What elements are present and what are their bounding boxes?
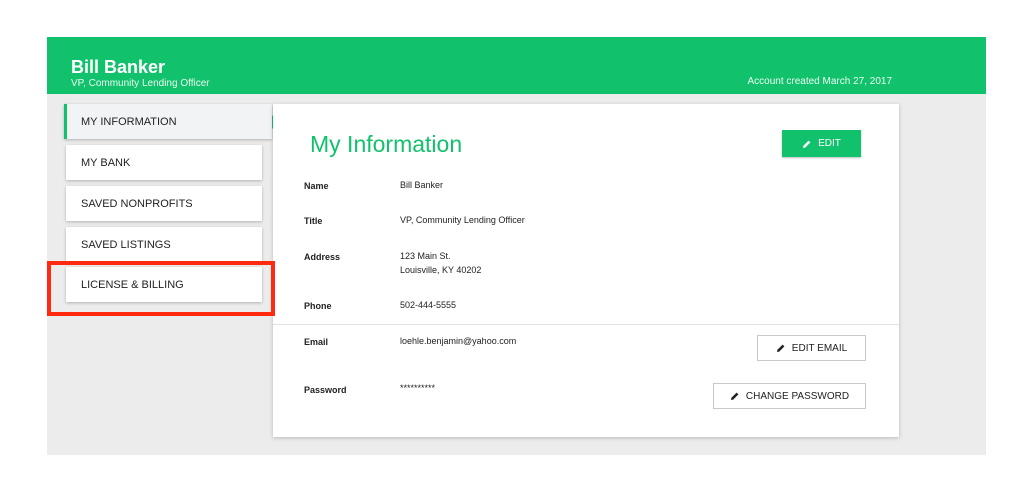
change-password-label: CHANGE PASSWORD [745, 390, 850, 402]
sidebar-item-label: MY BANK [81, 156, 131, 169]
password-label: Password [304, 385, 347, 395]
edit-button-label: EDIT [818, 138, 841, 149]
sidebar-item-saved-nonprofits[interactable]: SAVED NONPROFITS [66, 186, 262, 221]
edit-button[interactable]: EDIT [782, 130, 861, 157]
sidebar-item-my-information[interactable]: MY INFORMATION [64, 104, 279, 139]
sidebar-item-label: SAVED NONPROFITS [81, 197, 193, 210]
sidebar-item-label: SAVED LISTINGS [81, 238, 171, 251]
page-title: My Information [310, 131, 463, 157]
user-title: VP, Community Lending Officer [71, 78, 210, 89]
user-name: Bill Banker [71, 57, 166, 77]
sidebar-item-saved-listings[interactable]: SAVED LISTINGS [66, 227, 262, 262]
my-information-card: My Information EDIT Name Bill Banker Tit… [273, 104, 899, 437]
change-password-button[interactable]: CHANGE PASSWORD [713, 383, 866, 409]
title-value: VP, Community Lending Officer [400, 215, 525, 225]
address-label: Address [304, 252, 341, 262]
header: Bill Banker VP, Community Lending Office… [47, 37, 986, 94]
edit-email-button[interactable]: EDIT EMAIL [757, 335, 866, 361]
address-line-2: Louisville, KY 40202 [400, 265, 482, 275]
password-value: ********** [400, 383, 436, 393]
name-value: Bill Banker [400, 180, 444, 190]
pencil-icon [802, 139, 812, 149]
pencil-icon [730, 391, 740, 401]
email-value: loehle.benjamin@yahoo.com [400, 336, 517, 346]
account-created: Account created March 27, 2017 [747, 76, 892, 87]
divider [273, 324, 899, 325]
title-label: Title [304, 216, 323, 226]
sidebar-item-license-billing[interactable]: LICENSE & BILLING [66, 267, 262, 302]
sidebar-item-my-bank[interactable]: MY BANK [66, 145, 262, 180]
edit-email-label: EDIT EMAIL [791, 342, 848, 354]
phone-value: 502-444-5555 [400, 300, 457, 310]
email-label: Email [304, 337, 329, 347]
pencil-icon [776, 343, 786, 353]
phone-label: Phone [304, 301, 332, 311]
address-line-1: 123 Main St. [400, 251, 451, 261]
sidebar-item-label: LICENSE & BILLING [81, 278, 184, 291]
app-window: Bill Banker VP, Community Lending Office… [47, 37, 986, 455]
sidebar-item-label: MY INFORMATION [81, 115, 177, 128]
name-label: Name [304, 181, 329, 191]
